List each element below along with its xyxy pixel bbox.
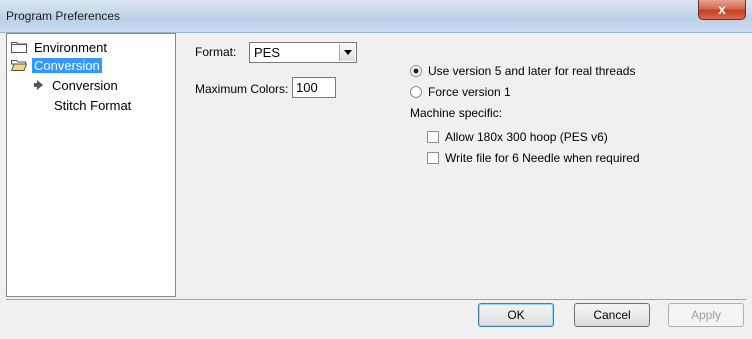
- tree-item-conversion-selected[interactable]: Conversion: [11, 57, 102, 74]
- tree-item-label: Environment: [34, 40, 107, 55]
- max-colors-label: Maximum Colors:: [195, 82, 289, 96]
- dropdown-button[interactable]: [339, 44, 355, 61]
- checkbox-allow-hoop[interactable]: [427, 131, 439, 143]
- folder-closed-icon: [11, 42, 27, 53]
- tree-item-label: Conversion: [52, 78, 118, 93]
- close-button[interactable]: x: [698, 0, 746, 20]
- apply-button[interactable]: Apply: [668, 303, 744, 327]
- cancel-button[interactable]: Cancel: [574, 303, 650, 327]
- radio-force-version-1[interactable]: [410, 86, 422, 98]
- tree-item-stitch-format[interactable]: Stitch Format: [54, 97, 131, 114]
- tree-item-label: Stitch Format: [54, 98, 132, 113]
- machine-specific-label: Machine specific:: [410, 106, 503, 120]
- radio-use-version-5[interactable]: [410, 65, 422, 77]
- conversion-settings-panel: Format: PES Maximum Colors: Use version …: [179, 33, 746, 297]
- checkbox-six-needle-label[interactable]: Write file for 6 Needle when required: [445, 151, 640, 165]
- radio-version-1-label[interactable]: Force version 1: [428, 85, 511, 99]
- window-title: Program Preferences: [6, 9, 121, 23]
- close-icon: x: [718, 1, 726, 17]
- tree-item-conversion-child[interactable]: Conversion: [33, 77, 118, 94]
- tree-item-environment[interactable]: Environment: [11, 39, 109, 56]
- radio-version-5-label[interactable]: Use version 5 and later for real threads: [428, 64, 635, 78]
- chevron-down-icon: [344, 50, 352, 55]
- title-bar[interactable]: Program Preferences x: [0, 0, 752, 33]
- tree-item-label: Conversion: [32, 58, 102, 73]
- checkbox-six-needle[interactable]: [427, 152, 439, 164]
- max-colors-input[interactable]: [292, 77, 336, 98]
- format-value: PES: [254, 45, 281, 60]
- arrow-right-icon: [34, 80, 43, 90]
- format-label: Format:: [195, 45, 237, 59]
- folder-open-icon: [11, 60, 27, 71]
- radio-dot: [413, 68, 419, 74]
- program-preferences-window: Program Preferences x Environment Conver…: [0, 0, 752, 339]
- ok-button[interactable]: OK: [478, 303, 554, 327]
- footer-divider: [6, 299, 746, 300]
- category-tree[interactable]: Environment Conversion Conversion Stitch…: [6, 33, 176, 297]
- dialog-client-area: Environment Conversion Conversion Stitch…: [6, 33, 746, 335]
- checkbox-allow-hoop-label[interactable]: Allow 180x 300 hoop (PES v6): [445, 130, 608, 144]
- format-dropdown[interactable]: PES: [249, 42, 357, 63]
